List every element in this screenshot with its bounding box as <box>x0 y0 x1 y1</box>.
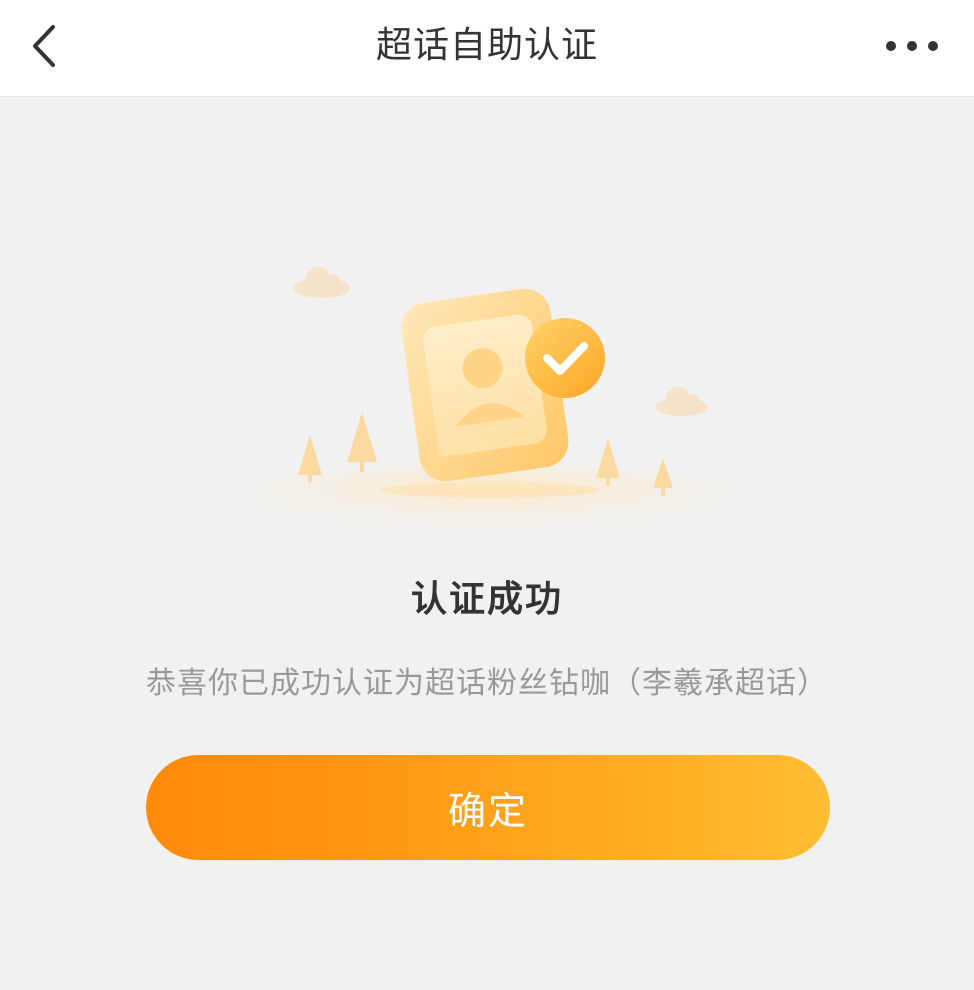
more-button[interactable] <box>880 26 944 66</box>
top-navigation-bar: 超话自助认证 <box>0 0 974 97</box>
cloud-right-icon <box>656 387 708 416</box>
more-dots-icon <box>886 41 938 51</box>
verification-success-illustration <box>210 267 770 530</box>
tree-icon <box>347 412 377 472</box>
cloud-left-icon <box>294 267 350 298</box>
confirm-button[interactable]: 确定 <box>146 755 830 860</box>
page-title: 超话自助认证 <box>375 25 598 66</box>
check-badge-icon <box>525 318 605 398</box>
success-description: 恭喜你已成功认证为超话粉丝钻咖（李羲承超话） <box>146 666 828 701</box>
success-title: 认证成功 <box>410 579 563 620</box>
